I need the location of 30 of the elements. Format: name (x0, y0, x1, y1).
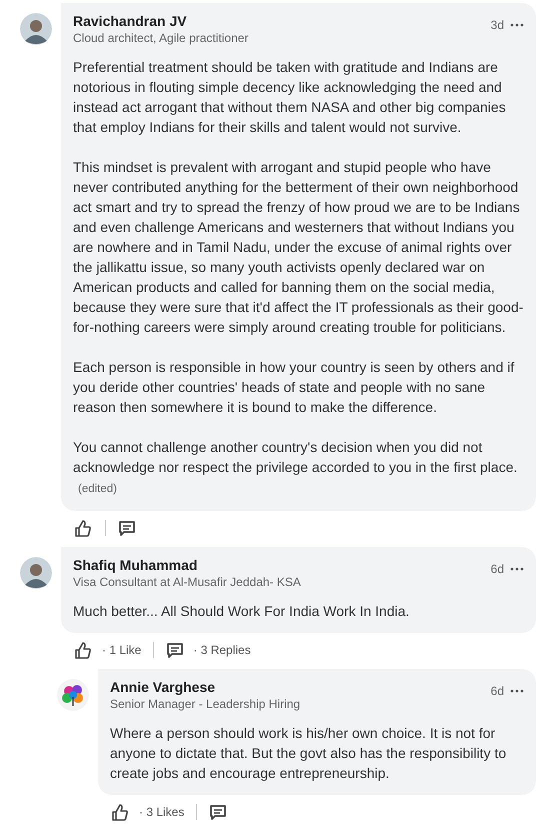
comment-text: Where a person should work is his/her own choice. It is not for anyone to dictate that. But the govt also has the responsibility to create jobs and encourage entrepreneurship. (110, 724, 508, 783)
more-icon[interactable] (510, 567, 524, 571)
like-icon[interactable] (73, 640, 93, 660)
more-icon[interactable] (510, 23, 524, 27)
timestamp: 6d (490, 562, 504, 576)
author-headline: Senior Manager - Leadership Hiring (110, 696, 300, 713)
comment-text: Preferential treatment should be taken with gratitude and Indians are notorious in flouting simple decency like acknowledging the need and instead act arrogant that without them NASA and other big companies that employ Indians for their skills and talent would not survive. (73, 58, 507, 137)
avatar[interactable] (20, 13, 52, 45)
author-name[interactable]: Ravichandran JV (73, 12, 248, 30)
comment-text: Each person is responsible in how your country is seen by others and if you deride other countries' heads of state and people with no sane reason then somewhere it is bound to make the difference. (73, 358, 516, 417)
like-icon[interactable] (110, 802, 130, 822)
author-name[interactable]: Shafiq Muhammad (73, 556, 301, 574)
comment-text: Much better... All Should Work For India Work In India. (73, 602, 410, 621)
comment-text: This mindset is prevalent with arrogant and stupid people who have never contributed anything for the betterment of their own neighborhood act smart and try to spread the frenzy of how proud we are to be Indians and even challenge Americans and westerners that without Indians you are nowhere and in Tamil Nadu, under the excuse of animal rights over the jallikattu issue, so many youth activists openly declared war on American products and called for banning them on the social media, because they were sure that it'd affect the IT professionals as their good-for-nothing careers were simply around creating trouble for politicians. (73, 158, 524, 337)
more-icon[interactable] (510, 689, 524, 693)
avatar[interactable] (57, 679, 89, 711)
comment-text: You cannot challenge another country's decision when you did not acknowledge nor respect the privilege accorded to you in the first place. (edited) (73, 438, 518, 497)
comment-icon[interactable] (209, 803, 228, 821)
timestamp: 6d (490, 684, 504, 698)
author-headline: Visa Consultant at Al-Musafir Jeddah- KSA (73, 574, 301, 591)
author-name[interactable]: Annie Varghese (110, 678, 300, 696)
like-icon[interactable] (73, 518, 93, 538)
comment-icon[interactable] (166, 641, 184, 659)
like-count[interactable]: · 3 Likes (139, 805, 184, 819)
author-headline: Cloud architect, Agile practitioner (73, 30, 248, 47)
avatar[interactable] (20, 557, 52, 589)
reply-count[interactable]: · 3 Replies (193, 643, 251, 657)
timestamp: 3d (490, 18, 504, 32)
like-count[interactable]: · 1 Like (102, 643, 142, 657)
comment-icon[interactable] (118, 519, 136, 537)
